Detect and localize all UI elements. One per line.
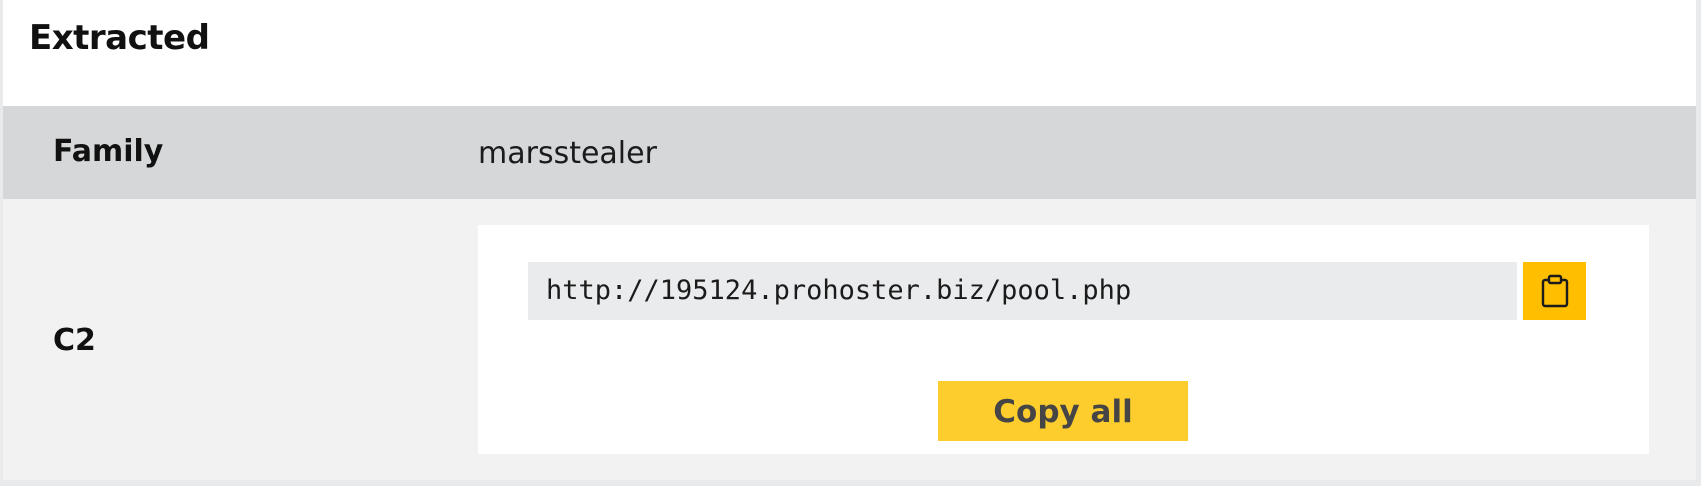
copy-all-button[interactable]: Copy all xyxy=(938,381,1188,441)
extracted-panel: Extracted Family marsstealer C2 http://1… xyxy=(3,0,1696,480)
c2-url-field[interactable]: http://195124.prohoster.biz/pool.php xyxy=(528,262,1517,320)
family-value: marsstealer xyxy=(478,136,657,171)
c2-row: C2 http://195124.prohoster.biz/pool.php … xyxy=(3,199,1696,480)
c2-container: http://195124.prohoster.biz/pool.php Cop… xyxy=(478,225,1649,454)
family-row: Family marsstealer xyxy=(3,106,1696,199)
clipboard-icon xyxy=(1541,274,1569,308)
copy-url-button[interactable] xyxy=(1523,262,1586,320)
family-label: Family xyxy=(53,134,164,169)
section-title: Extracted xyxy=(29,18,210,58)
c2-label: C2 xyxy=(53,323,96,358)
